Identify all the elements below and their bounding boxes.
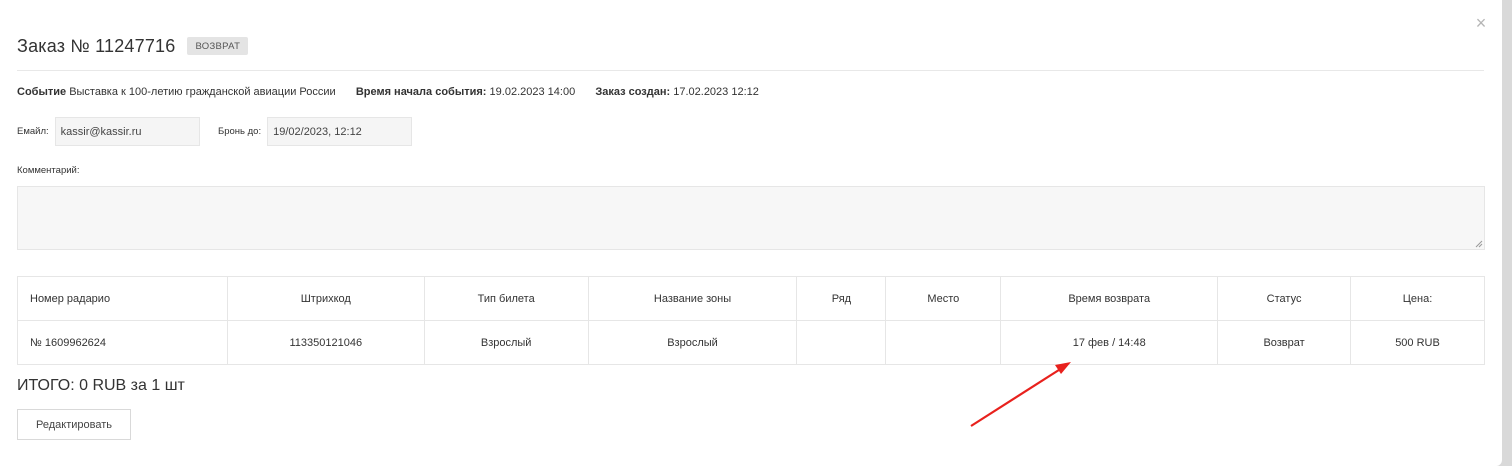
edit-button[interactable]: Редактировать: [17, 409, 131, 440]
header-ticket-type: Тип билета: [423, 276, 589, 321]
order-modal: × Заказ № 11247716 ВОЗВРАТ Событие Выста…: [0, 0, 1502, 466]
table-row: № 1609962624 113350121046 Взрослый Взрос…: [17, 320, 1485, 365]
header-zone-name: Название зоны: [587, 276, 798, 321]
status-badge: ВОЗВРАТ: [187, 37, 249, 55]
comment-textarea[interactable]: [17, 186, 1485, 250]
reserve-label: Бронь до:: [218, 126, 262, 137]
header-barcode: Штрихкод: [226, 276, 425, 321]
tickets-table: Номер радарио Штрихкод Тип билета Назван…: [17, 276, 1485, 365]
reserve-until-field[interactable]: 19/02/2023, 12:12: [267, 117, 413, 146]
email-field[interactable]: kassir@kassir.ru: [54, 117, 200, 146]
header-radario-number: Номер радарио: [17, 276, 228, 321]
cell-ticket-type: Взрослый: [423, 320, 589, 365]
annotation-arrow-icon: [970, 362, 1071, 427]
order-total: ИТОГО: 0 RUB за 1 шт: [17, 377, 185, 394]
event-info-row: Событие Выставка к 100-летию гражданской…: [17, 86, 759, 98]
comment-label: Комментарий:: [17, 165, 80, 176]
modal-header: Заказ № 11247716 ВОЗВРАТ: [17, 34, 249, 58]
resize-handle-icon[interactable]: [1475, 240, 1483, 248]
header-seat: Место: [885, 276, 1002, 321]
header-status: Статус: [1217, 276, 1352, 321]
created-label: Заказ создан:: [595, 86, 671, 98]
header-divider: [17, 70, 1484, 71]
cell-row: [796, 320, 887, 365]
order-title: Заказ № 11247716: [17, 35, 176, 56]
created-value: 17.02.2023 12:12: [673, 86, 759, 98]
header-price: Цена:: [1350, 276, 1485, 321]
header-row: Ряд: [796, 276, 887, 321]
reserve-field-group: Бронь до: 19/02/2023, 12:12: [218, 117, 413, 146]
email-field-group: Емайл: kassir@kassir.ru: [17, 117, 200, 146]
cell-barcode: 113350121046: [226, 320, 425, 365]
table-header-row: Номер радарио Штрихкод Тип билета Назван…: [17, 276, 1485, 321]
start-time-label: Время начала события:: [355, 86, 487, 98]
cell-status: Возврат: [1217, 320, 1352, 365]
event-value: Выставка к 100-летию гражданской авиации…: [69, 86, 336, 98]
start-time-value: 19.02.2023 14:00: [489, 86, 576, 98]
close-icon[interactable]: ×: [1472, 14, 1490, 32]
cell-radario-number: № 1609962624: [17, 320, 228, 365]
header-return-time: Время возврата: [1000, 276, 1219, 321]
cell-zone-name: Взрослый: [587, 320, 798, 365]
cell-price: 500 RUB: [1350, 320, 1485, 365]
event-label: Событие: [17, 86, 67, 98]
email-label: Емайл:: [17, 126, 49, 137]
